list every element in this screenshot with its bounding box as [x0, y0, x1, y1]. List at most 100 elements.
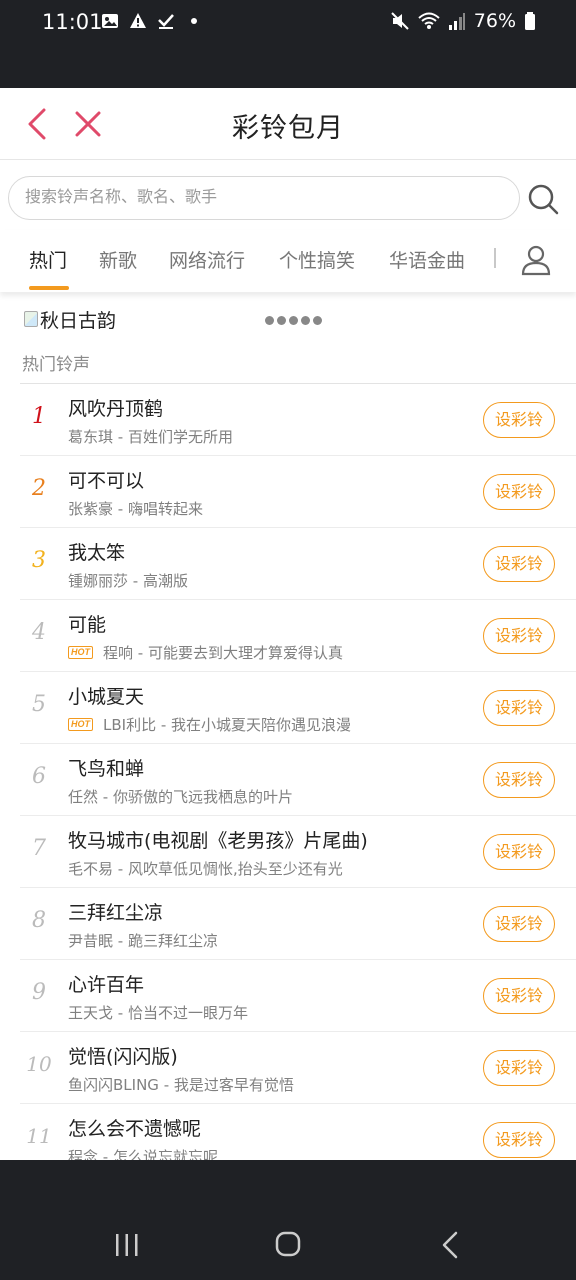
album-name: 风吹草低见惆怅,抬头至少还有光 — [127, 860, 343, 878]
song-row[interactable]: 2 可不可以 张紫豪 - 嗨唱转起来 设彩铃 — [0, 456, 576, 528]
album-name: 我在小城夏天陪你遇见浪漫 — [171, 716, 352, 734]
song-row[interactable]: 1 风吹丹顶鹤葛东琪 - 百姓们学无所用 设彩铃 — [0, 384, 576, 456]
song-title: 小城夏天 — [68, 686, 145, 708]
song-subtitle: 张紫豪 - 嗨唱转起来 — [68, 498, 203, 519]
rank-number: 9 — [32, 980, 46, 1005]
artist-name: 鱼闪闪BLING — [68, 1076, 159, 1094]
song-subtitle: 程念 - 怎么说忘就忘呢 — [68, 1146, 218, 1161]
song-title: 飞鸟和蝉 — [68, 758, 145, 780]
rank-number: 6 — [32, 764, 46, 789]
rank-number: 10 — [26, 1052, 52, 1076]
artist-name: LBI利比 — [103, 716, 157, 734]
album-name: 你骄傲的飞远我栖息的叶片 — [112, 788, 293, 806]
home-icon[interactable] — [275, 1231, 301, 1257]
album-name: 可能要去到大理才算爱得认真 — [147, 644, 343, 662]
album-name: 百姓们学无所用 — [127, 428, 233, 446]
song-row[interactable]: 4 可能 HOT 程响 - 可能要去到大理才算爱得认真 设彩铃 — [0, 600, 576, 672]
song-title: 我太笨 — [68, 542, 126, 564]
song-row[interactable]: 9 心许百年 王天戈 - 恰当不过一眼万年 设彩铃 — [0, 960, 576, 1032]
warning-icon — [130, 13, 146, 28]
wifi-icon — [418, 12, 440, 29]
pagination-dot — [301, 316, 310, 325]
song-row[interactable]: 11 怎么会不遗憾呢 程念 - 怎么说忘就忘呢 设彩铃 — [0, 1104, 576, 1160]
set-ringtone-button[interactable]: 设彩铃 — [483, 762, 555, 798]
set-ringtone-button[interactable]: 设彩铃 — [483, 690, 555, 726]
pagination-dot — [265, 316, 274, 325]
separator: - — [113, 1003, 128, 1022]
banner[interactable]: 秋日古韵 — [24, 302, 116, 336]
set-ringtone-button[interactable]: 设彩铃 — [483, 474, 555, 510]
pagination-dot — [277, 316, 286, 325]
tab-divider — [494, 248, 496, 268]
tab-hot[interactable]: 热门 — [29, 246, 67, 273]
album-name: 高潮版 — [142, 572, 188, 590]
tab-new-songs[interactable]: 新歌 — [99, 246, 137, 273]
artist-name: 任然 — [68, 788, 99, 806]
album-name: 跪三拜红尘凉 — [127, 932, 218, 950]
page-title: 彩铃包月 — [232, 113, 344, 144]
title-bar: 彩铃包月 — [0, 88, 576, 160]
set-ringtone-button[interactable]: 设彩铃 — [483, 906, 555, 942]
rank-number: 4 — [32, 620, 46, 645]
status-time: 11:01 — [42, 10, 103, 34]
song-row[interactable]: 8 三拜红尘凉 尹昔眠 - 跪三拜红尘凉 设彩铃 — [0, 888, 576, 960]
rank-number: 5 — [32, 692, 46, 717]
pagination-dot — [289, 316, 298, 325]
category-tabs: 热门 新歌 网络流行 个性搞笑 华语金曲 — [0, 230, 576, 292]
separator: - — [156, 715, 172, 734]
song-subtitle: HOT 程响 - 可能要去到大理才算爱得认真 — [68, 642, 343, 663]
check-icon — [158, 14, 174, 29]
user-icon[interactable] — [520, 244, 552, 276]
image-icon — [102, 14, 118, 28]
song-row[interactable]: 5 小城夏天 HOT LBI利比 - 我在小城夏天陪你遇见浪漫 设彩铃 — [0, 672, 576, 744]
separator: - — [98, 787, 113, 806]
signal-icon — [448, 13, 465, 30]
tab-internet-popular[interactable]: 网络流行 — [169, 246, 245, 273]
song-title: 风吹丹顶鹤 — [68, 398, 164, 420]
battery-percent: 76% — [473, 10, 516, 32]
rank-number: 1 — [32, 404, 46, 429]
dot-icon — [191, 18, 197, 24]
song-title: 三拜红尘凉 — [68, 902, 164, 924]
song-row[interactable]: 6 飞鸟和蝉任然 - 你骄傲的飞远我栖息的叶片 设彩铃 — [0, 744, 576, 816]
song-row[interactable]: 3 我太笨 锺娜丽莎 - 高潮版 设彩铃 — [0, 528, 576, 600]
song-row[interactable]: 10 觉悟(闪闪版) 鱼闪闪BLING - 我是过客早有觉悟 设彩铃 — [0, 1032, 576, 1104]
song-row[interactable]: 7 牧马城市(电视剧《老男孩》片尾曲) 毛不易 - 风吹草低见惆怅,抬头至少还有光 设… — [0, 816, 576, 888]
set-ringtone-button[interactable]: 设彩铃 — [483, 834, 555, 870]
song-subtitle: 尹昔眠 - 跪三拜红尘凉 — [68, 930, 218, 951]
set-ringtone-button[interactable]: 设彩铃 — [483, 978, 555, 1014]
song-subtitle: 葛东琪 - 百姓们学无所用 — [68, 426, 233, 447]
separator: - — [113, 931, 128, 950]
set-ringtone-button[interactable]: 设彩铃 — [483, 1050, 555, 1086]
separator: - — [113, 427, 128, 446]
album-name: 怎么说忘就忘呢 — [112, 1148, 218, 1160]
hot-badge: HOT — [68, 718, 93, 731]
song-subtitle: 锺娜丽莎 - 高潮版 — [68, 570, 188, 591]
song-title: 怎么会不遗憾呢 — [68, 1118, 202, 1140]
tab-chinese-classics[interactable]: 华语金曲 — [389, 246, 465, 273]
banner-pagination — [265, 316, 322, 325]
artist-name: 毛不易 — [68, 860, 114, 878]
section-title: 热门铃声 — [22, 355, 90, 375]
rank-number: 2 — [32, 476, 46, 501]
banner-alt-text: 秋日古韵 — [40, 309, 117, 332]
set-ringtone-button[interactable]: 设彩铃 — [483, 618, 555, 654]
search-input[interactable] — [8, 176, 520, 220]
artist-name: 王天戈 — [68, 1004, 114, 1022]
mute-icon — [391, 12, 409, 30]
back-icon[interactable] — [440, 1231, 460, 1259]
search-row — [0, 168, 576, 228]
song-subtitle: HOT LBI利比 - 我在小城夏天陪你遇见浪漫 — [68, 714, 351, 735]
artist-name: 尹昔眠 — [68, 932, 114, 950]
album-name: 恰当不过一眼万年 — [127, 1004, 248, 1022]
set-ringtone-button[interactable]: 设彩铃 — [483, 546, 555, 582]
set-ringtone-button[interactable]: 设彩铃 — [483, 402, 555, 438]
song-title: 觉悟(闪闪版) — [68, 1046, 178, 1068]
tab-funny[interactable]: 个性搞笑 — [279, 246, 355, 273]
separator: - — [158, 1075, 174, 1094]
set-ringtone-button[interactable]: 设彩铃 — [483, 1122, 555, 1158]
battery-icon — [525, 12, 535, 30]
search-icon[interactable] — [526, 182, 560, 216]
song-list: 1 风吹丹顶鹤 葛东琪 - 百姓们学无所用 设彩铃 2 可不可以 张紫豪 - 嗨唱转起来 设彩… — [0, 384, 576, 1160]
recent-apps-icon[interactable] — [114, 1232, 140, 1258]
